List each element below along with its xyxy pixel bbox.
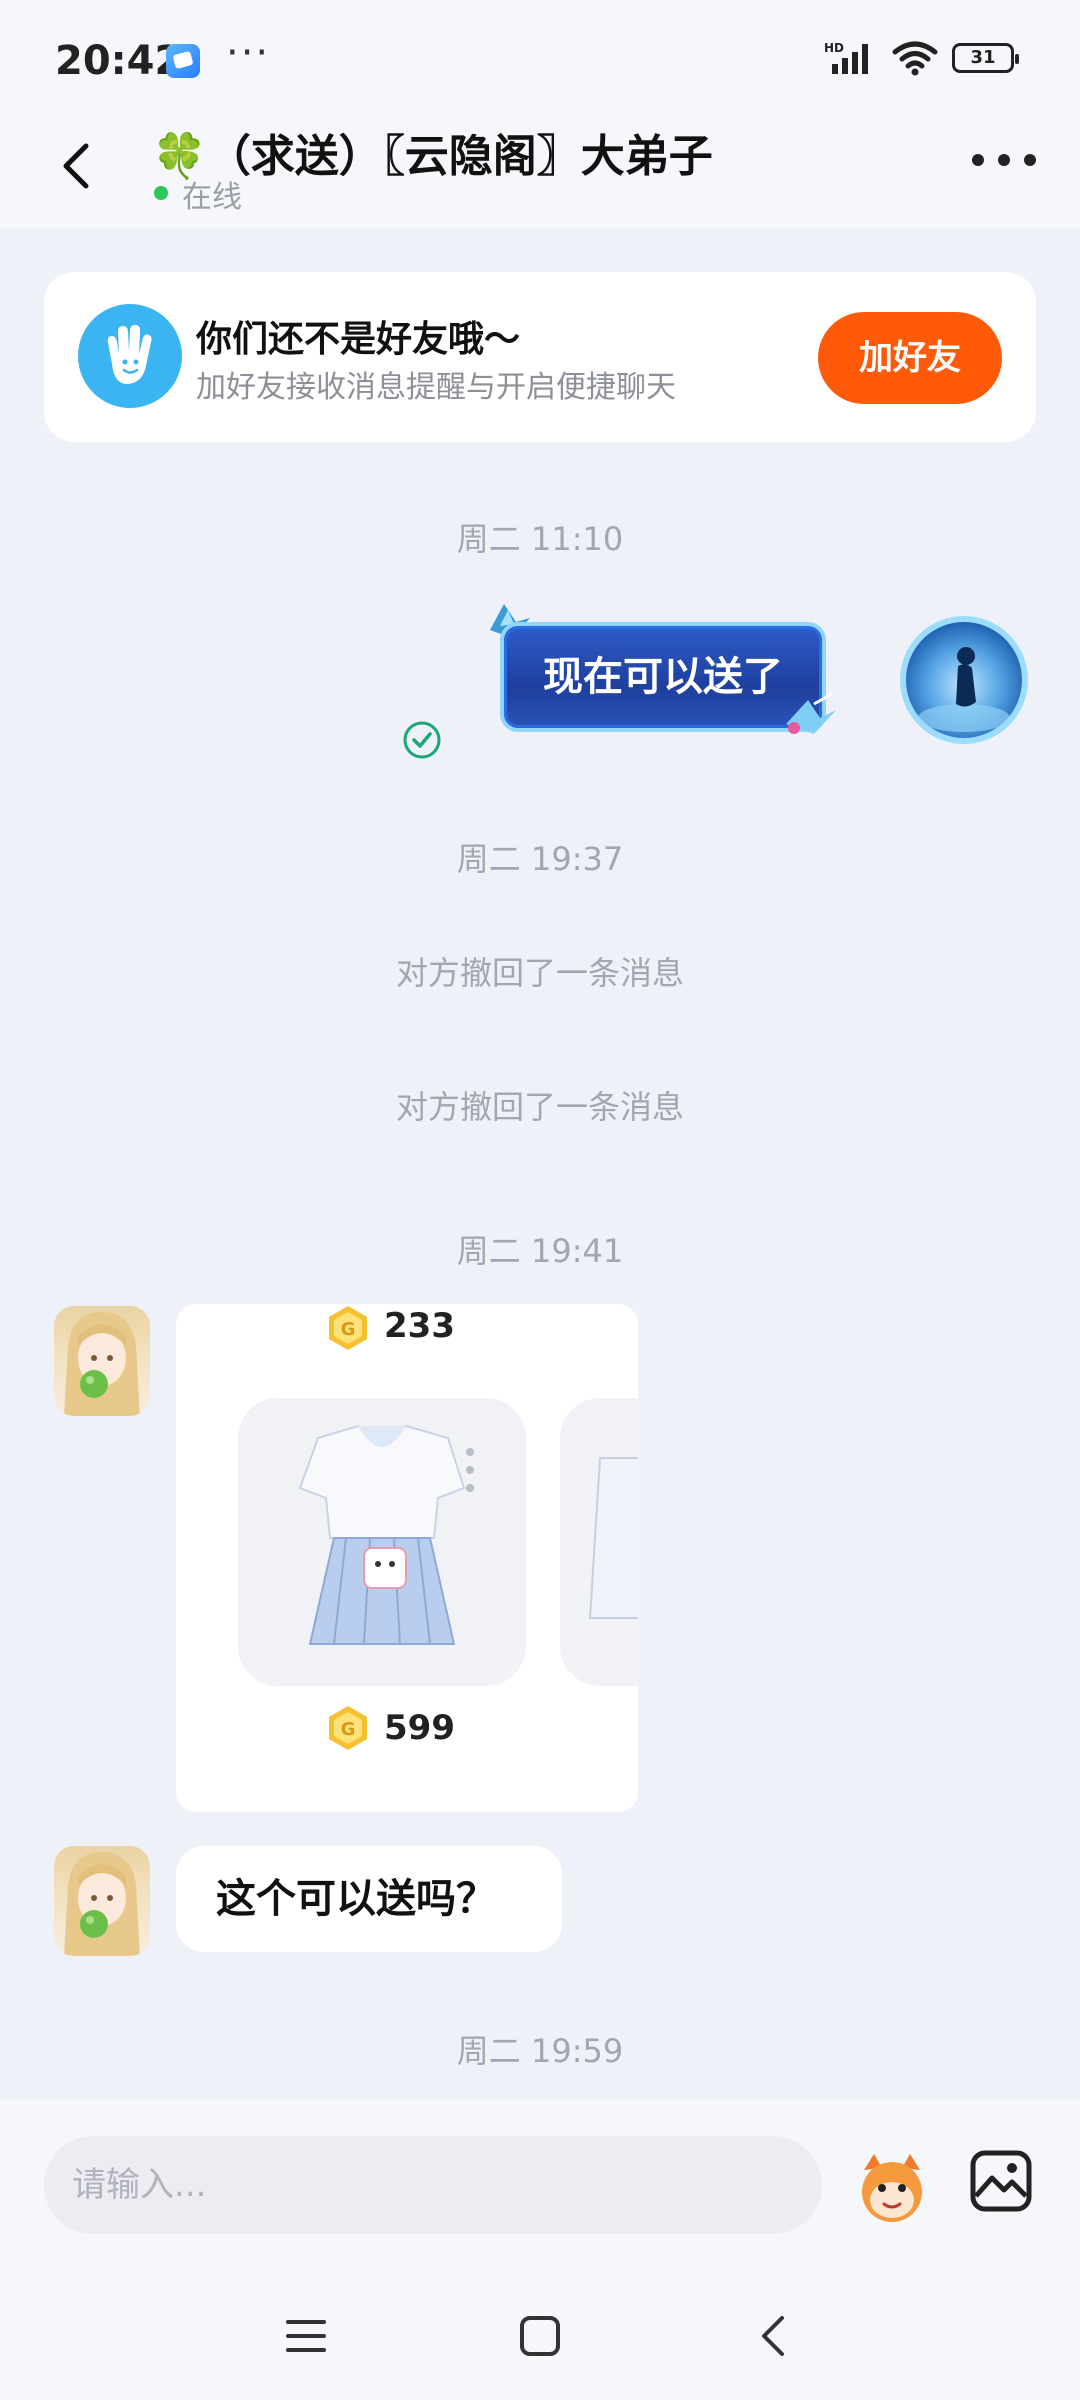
coin-icon: G (329, 1306, 367, 1350)
recall-notice: 对方撤回了一条消息 (395, 954, 684, 992)
banner-title: 你们还不是好友哦～ (196, 319, 521, 360)
avatar-portrait (64, 1852, 140, 1956)
avatar-figure (918, 647, 1010, 732)
home-icon (520, 2316, 560, 2356)
message-input[interactable] (44, 2136, 822, 2234)
nav-back-icon (762, 2316, 784, 2356)
status-indicators: HD 31 (824, 40, 1019, 76)
add-friend-button[interactable]: 加好友 (818, 312, 1002, 404)
status-time: 20:42 (55, 38, 183, 84)
nav-back-button[interactable] (744, 2306, 804, 2366)
emoji-button[interactable] (852, 2148, 932, 2228)
card-price-item: 599 (384, 1708, 455, 1748)
product-card-message[interactable]: G 233 G 599 (176, 1304, 638, 1812)
card-price-top: 233 (384, 1306, 455, 1346)
system-nav-bar (0, 2270, 1080, 2400)
wave-hand-icon (78, 304, 182, 408)
app-notification-icon (166, 44, 200, 78)
received-message-bubble[interactable]: 这个可以送吗？ (176, 1846, 562, 1952)
status-bar: 20:42 ··· HD 31 (0, 0, 1080, 120)
my-avatar[interactable] (900, 616, 1028, 744)
outfit-image (588, 1457, 638, 1619)
message-timestamp: 周二 19:41 (456, 1232, 624, 1270)
sent-message-bubble[interactable]: 现在可以送了 (500, 622, 826, 732)
received-message-text: 这个可以送吗？ (216, 1876, 496, 1922)
status-more-dots: ··· (226, 30, 271, 76)
sent-message-text: 现在可以送了 (543, 654, 783, 700)
nav-home-button[interactable] (510, 2306, 570, 2366)
contact-avatar[interactable] (54, 1306, 150, 1416)
network-type: HD (824, 41, 844, 55)
input-bar (0, 2100, 1080, 2270)
bubble-decoration-icon (786, 692, 836, 734)
back-icon (63, 143, 89, 189)
message-timestamp: 周二 11:10 (456, 520, 624, 558)
more-icon-dot (972, 154, 984, 166)
image-icon (970, 2150, 1032, 2212)
more-button[interactable] (972, 140, 1036, 180)
online-status-dot (154, 186, 168, 200)
back-button[interactable] (50, 130, 110, 200)
image-button[interactable] (968, 2148, 1034, 2214)
message-timestamp: 周二 19:59 (456, 2032, 624, 2070)
contact-avatar[interactable] (54, 1846, 150, 1956)
signal-icon: HD (824, 41, 868, 74)
recall-notice: 对方撤回了一条消息 (395, 1088, 684, 1126)
more-icon-dot (1024, 154, 1036, 166)
svg-text:G: G (341, 1719, 356, 1740)
coin-icon: G (329, 1706, 367, 1750)
avatar-portrait (64, 1312, 140, 1416)
more-icon-dot (998, 154, 1010, 166)
banner-subtitle: 加好友接收消息提醒与开启便捷聊天 (196, 370, 676, 405)
message-timestamp: 周二 19:37 (456, 840, 624, 878)
online-status-text: 在线 (182, 180, 242, 215)
chat-header: 🍀（求送）〖云隐阁〗大弟子 在线 (0, 120, 1080, 228)
menu-icon (286, 2320, 326, 2352)
emoji-icon (862, 2154, 922, 2222)
read-check-icon (403, 721, 441, 759)
nav-menu-button[interactable] (276, 2306, 336, 2366)
product-tile[interactable] (560, 1398, 638, 1686)
battery-indicator: 31 (952, 43, 1019, 73)
wifi-icon (892, 41, 938, 76)
outfit-image (298, 1424, 474, 1645)
add-friend-banner: 你们还不是好友哦～ 加好友接收消息提醒与开启便捷聊天 加好友 (44, 272, 1036, 442)
svg-text:G: G (341, 1319, 356, 1340)
product-tile[interactable] (238, 1398, 526, 1686)
